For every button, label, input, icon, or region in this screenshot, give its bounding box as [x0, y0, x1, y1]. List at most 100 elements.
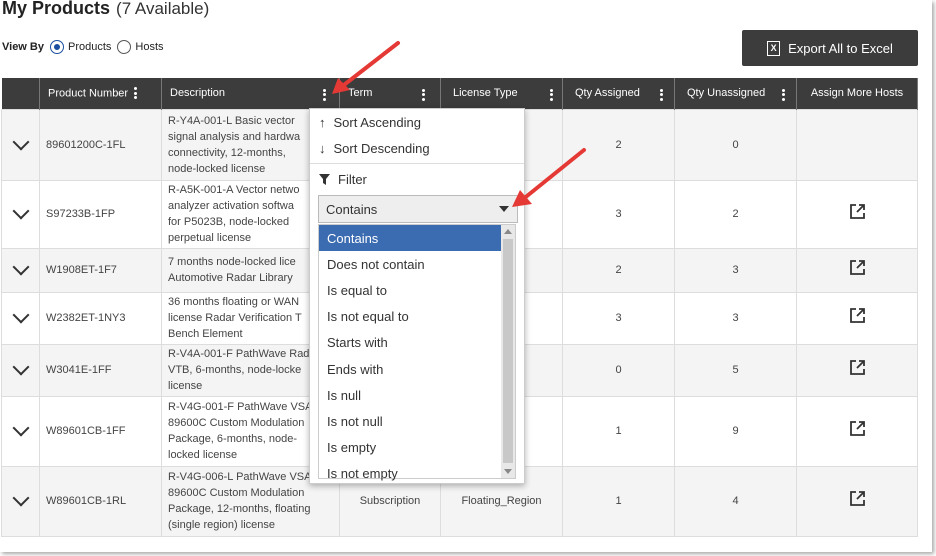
product-number-cell: W89601CB-1FF — [39, 395, 162, 467]
expand-column-header — [1, 78, 40, 109]
chevron-down-icon[interactable] — [12, 489, 29, 507]
column-menu-icon[interactable] — [134, 86, 138, 101]
external-link-icon[interactable] — [849, 307, 866, 324]
external-link-icon[interactable] — [849, 420, 866, 437]
column-header-qty-unassigned[interactable]: Qty Unassigned — [674, 78, 797, 109]
chevron-down-icon[interactable] — [12, 419, 29, 437]
filter-option[interactable]: Contains — [319, 225, 501, 252]
product-number-cell: S97233B-1FP — [39, 179, 162, 249]
chevron-down-icon[interactable] — [12, 306, 29, 324]
column-header-term[interactable]: Term — [339, 78, 441, 109]
assign-more-hosts-cell — [796, 179, 918, 249]
filter-option[interactable]: Is not equal to — [319, 304, 501, 330]
external-link-icon[interactable] — [849, 490, 866, 507]
expand-cell[interactable] — [1, 465, 40, 537]
column-menu-icon[interactable] — [550, 87, 554, 102]
assign-more-hosts-cell — [796, 108, 918, 181]
column-menu-icon[interactable] — [323, 87, 327, 102]
expand-cell[interactable] — [1, 179, 40, 249]
export-all-button[interactable]: X Export All to Excel — [742, 30, 918, 66]
assign-more-hosts-cell — [796, 343, 918, 397]
filter-option[interactable]: Does not contain — [319, 251, 501, 277]
filter-option[interactable]: Ends with — [319, 356, 501, 382]
chevron-down-icon[interactable] — [12, 202, 29, 220]
column-menu-icon[interactable] — [660, 87, 664, 102]
expand-cell[interactable] — [1, 343, 40, 397]
filter-operator-options: Contains Does not contain Is equal to Is no… — [318, 224, 516, 481]
scroll-up-icon[interactable] — [504, 229, 512, 234]
scroll-thumb[interactable] — [503, 239, 513, 463]
filter-operator-select[interactable]: Contains — [318, 195, 518, 223]
view-by-hosts-label: Hosts — [135, 41, 164, 53]
filter-item[interactable]: Filter — [310, 166, 524, 192]
column-header-product-number[interactable]: Product Number — [39, 78, 162, 109]
assign-more-hosts-cell — [796, 291, 918, 345]
filter-option[interactable]: Is empty — [319, 435, 501, 461]
view-by-hosts-radio[interactable]: Hosts — [117, 40, 164, 54]
page-title: My Products — [2, 0, 111, 18]
qty-assigned-cell: 3 — [562, 291, 675, 345]
column-header-label: License Type — [453, 87, 518, 100]
external-link-icon[interactable] — [849, 203, 866, 220]
qty-assigned-cell: 1 — [562, 465, 675, 537]
column-header-label: Description — [170, 87, 226, 100]
chevron-down-icon[interactable] — [12, 358, 29, 376]
scroll-down-icon[interactable] — [504, 469, 512, 474]
view-by-products-label: Products — [68, 41, 112, 53]
product-number-cell: W2382ET-1NY3 — [39, 291, 162, 345]
assign-more-hosts-cell — [796, 247, 918, 293]
product-number-cell: W89601CB-1RL — [39, 465, 162, 537]
excel-icon: X — [767, 40, 781, 56]
column-header-label: Product Number — [48, 87, 129, 100]
column-header-qty-assigned[interactable]: Qty Assigned — [562, 78, 675, 109]
column-header-description[interactable]: Description — [161, 78, 340, 109]
expand-cell[interactable] — [1, 247, 40, 293]
filter-option[interactable]: Starts with — [319, 330, 501, 356]
sort-ascending-label: Sort Ascending — [333, 114, 421, 130]
assign-more-hosts-cell — [796, 395, 918, 467]
column-header-license-type[interactable]: License Type — [440, 78, 563, 109]
expand-cell[interactable] — [1, 395, 40, 467]
sort-descending-item[interactable]: ↓ Sort Descending — [310, 135, 524, 161]
filter-label: Filter — [338, 171, 367, 187]
arrow-down-icon: ↓ — [319, 140, 326, 156]
column-header-assign-more-hosts: Assign More Hosts — [796, 78, 918, 109]
qty-assigned-cell: 2 — [562, 108, 675, 181]
page-header: My Products (7 Available) — [2, 0, 209, 20]
sort-ascending-item[interactable]: ↑ Sort Ascending — [310, 109, 524, 135]
external-link-icon[interactable] — [849, 359, 866, 376]
qty-assigned-cell: 1 — [562, 395, 675, 467]
filter-option[interactable]: Is equal to — [319, 277, 501, 303]
export-all-label: Export All to Excel — [788, 40, 893, 56]
column-header-label: Assign More Hosts — [810, 87, 904, 100]
column-menu: ↑ Sort Ascending ↓ Sort Descending Filte… — [309, 108, 525, 484]
expand-cell[interactable] — [1, 108, 40, 181]
caret-down-icon — [499, 206, 509, 212]
qty-assigned-cell: 0 — [562, 343, 675, 397]
radio-checked-icon — [50, 40, 64, 54]
external-link-icon[interactable] — [849, 259, 866, 276]
column-menu-icon[interactable] — [782, 87, 786, 102]
description-line: 89600C Custom Modulation — [168, 487, 305, 499]
chevron-down-icon[interactable] — [12, 258, 29, 276]
filter-option[interactable]: Is not empty — [319, 461, 501, 487]
sort-descending-label: Sort Descending — [333, 140, 430, 156]
column-menu-icon[interactable] — [422, 87, 426, 102]
view-by-products-radio[interactable]: Products — [50, 40, 111, 54]
product-number-cell: W1908ET-1F7 — [39, 247, 162, 293]
options-scrollbar[interactable] — [501, 225, 515, 478]
filter-operator-value: Contains — [326, 201, 378, 217]
column-header-label: Qty Assigned — [575, 87, 640, 100]
filter-option[interactable]: Is not null — [319, 408, 501, 434]
qty-unassigned-cell: 4 — [674, 465, 797, 537]
qty-unassigned-cell: 3 — [674, 247, 797, 293]
chevron-down-icon[interactable] — [12, 133, 29, 150]
expand-cell[interactable] — [1, 291, 40, 345]
filter-option[interactable]: Is null — [319, 382, 501, 408]
assign-more-hosts-cell — [796, 465, 918, 537]
arrow-up-icon: ↑ — [319, 114, 326, 130]
view-by-group: View By Products Hosts — [2, 40, 170, 54]
column-header-label: Term — [348, 87, 373, 100]
radio-unchecked-icon — [117, 40, 132, 54]
qty-unassigned-cell: 3 — [674, 291, 797, 345]
